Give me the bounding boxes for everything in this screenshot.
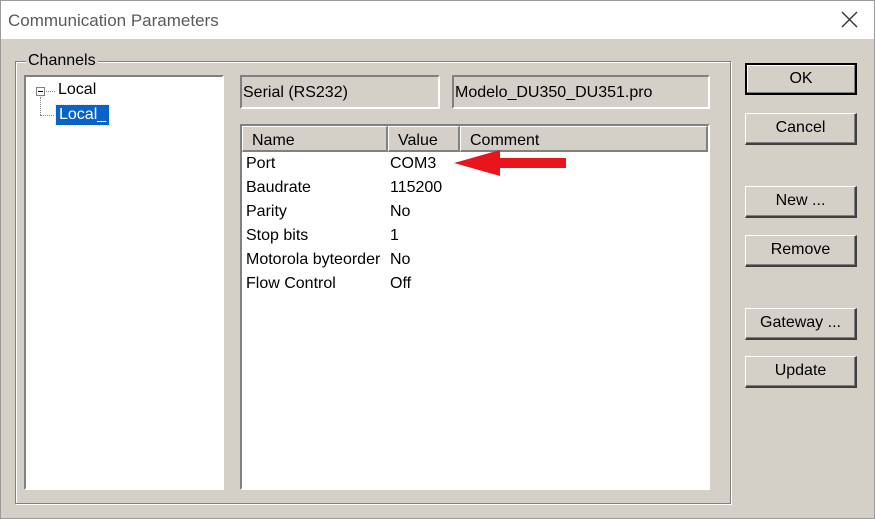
table-row[interactable]: Flow Control Off [242, 272, 708, 296]
param-value[interactable]: 115200 [390, 179, 442, 197]
minus-box-icon[interactable] [36, 87, 45, 96]
column-header-value[interactable]: Value [388, 126, 460, 152]
tree-connector [40, 97, 41, 115]
tree-connector [40, 115, 54, 116]
param-name: Motorola byteorder [246, 251, 381, 268]
param-name: Port [246, 155, 276, 172]
param-value[interactable]: 1 [390, 227, 399, 245]
window-title: Communication Parameters [8, 11, 219, 30]
table-row[interactable]: Motorola byteorder No [242, 248, 708, 272]
param-value[interactable]: No [390, 203, 410, 221]
table-row[interactable]: Stop bits 1 [242, 224, 708, 248]
close-icon [841, 11, 858, 28]
param-name: Flow Control [246, 275, 336, 292]
ok-button[interactable]: OK [745, 63, 857, 95]
table-row[interactable]: Baudrate 115200 [242, 176, 708, 200]
project-file-field: Modelo_DU350_DU351.pro [452, 75, 710, 109]
tree-connector [46, 91, 55, 92]
update-button[interactable]: Update [745, 356, 857, 388]
remove-button[interactable]: Remove [745, 235, 857, 267]
param-value[interactable]: No [390, 251, 410, 269]
close-button[interactable] [831, 5, 869, 35]
param-name: Stop bits [246, 227, 309, 244]
cancel-button[interactable]: Cancel [745, 113, 857, 145]
gateway-button[interactable]: Gateway ... [745, 308, 857, 340]
red-arrow-icon [454, 150, 566, 176]
channels-tree[interactable]: Local Local_ [24, 75, 224, 490]
title-bar[interactable]: Communication Parameters [1, 1, 874, 39]
param-name: Parity [246, 203, 287, 220]
param-value[interactable]: COM3 [390, 155, 436, 173]
tree-item-local[interactable]: Local [58, 81, 96, 99]
interface-field: Serial (RS232) [240, 75, 440, 109]
parameters-list[interactable]: Name Value Comment Port COM3 Baudrate 11… [240, 124, 710, 490]
tree-item-local-selected[interactable]: Local_ [54, 104, 111, 126]
column-header-name[interactable]: Name [242, 126, 388, 152]
param-name: Baudrate [246, 179, 311, 196]
param-value[interactable]: Off [390, 275, 411, 293]
table-row[interactable]: Parity No [242, 200, 708, 224]
channels-label: Channels [26, 52, 98, 70]
new-button[interactable]: New ... [745, 186, 857, 218]
column-header-comment[interactable]: Comment [460, 126, 708, 152]
